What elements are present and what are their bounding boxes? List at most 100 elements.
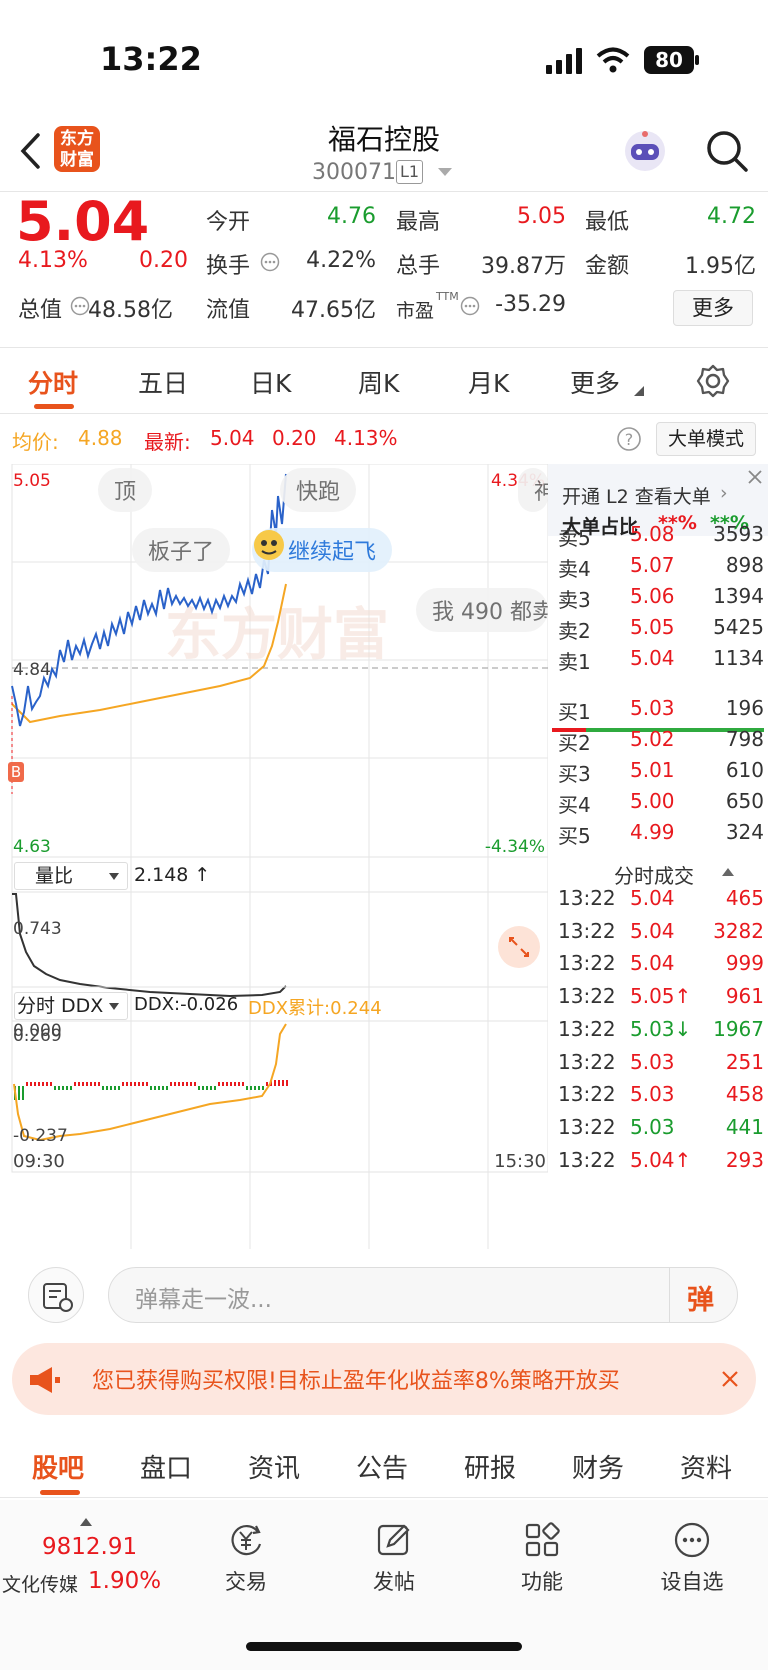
danmu-bubble[interactable]: 顶 — [98, 468, 153, 512]
danmu-input[interactable]: 弹幕走一波... 弹 — [108, 1267, 738, 1323]
tab-research[interactable]: 研报 — [464, 1448, 516, 1485]
level-price: 5.04 — [630, 646, 675, 670]
level-label: 买5 — [558, 824, 591, 848]
trade-time: 13:22 — [558, 1082, 616, 1107]
l2-title[interactable]: 开通 L2 查看大单 — [562, 482, 711, 509]
ddx-bar — [194, 1082, 196, 1086]
trade-row: 13:22 5.03 251 — [548, 1050, 768, 1082]
danmu-settings-button[interactable] — [28, 1267, 84, 1323]
pe-label: 市盈 — [396, 300, 435, 322]
close-icon[interactable] — [746, 468, 764, 486]
select-triangle-icon — [109, 873, 119, 880]
collapse-triangle-icon[interactable] — [722, 868, 734, 876]
ddx-bar — [70, 1086, 72, 1090]
svg-text:?: ? — [625, 430, 634, 449]
dropdown-triangle-icon[interactable] — [438, 168, 452, 178]
tab-news[interactable]: 资讯 — [248, 1448, 300, 1485]
trade-row: 13:22 5.04 999 — [548, 951, 768, 983]
level-price: 5.06 — [630, 584, 675, 608]
danmu-bubble[interactable]: 快跑 — [280, 468, 357, 512]
vr-y-top: 0.743 — [13, 919, 62, 939]
help-icon[interactable]: ? — [616, 426, 642, 452]
ddx-bar — [86, 1082, 88, 1086]
tab-weekly-k[interactable]: 周K — [358, 364, 399, 400]
ddx-cum-value: DDX累计:0.244 — [248, 998, 382, 1019]
trade-price: 5.03↓ — [630, 1016, 692, 1041]
trade-volume: 465 — [725, 886, 764, 910]
ddx-bar — [54, 1086, 56, 1090]
tab-pankou[interactable]: 盘口 — [140, 1448, 192, 1485]
tab-intraday[interactable]: 分时 — [28, 364, 78, 400]
ddx-bar — [166, 1086, 168, 1090]
big-order-mode-button[interactable]: 大单模式 — [656, 422, 756, 456]
ddx-bar — [130, 1082, 132, 1086]
danmu-send-button[interactable]: 弹 — [687, 1278, 714, 1317]
ddx-bar — [274, 1080, 276, 1086]
danmu-bubble[interactable]: 板子了 — [132, 528, 231, 572]
tab-finance[interactable]: 财务 — [572, 1448, 624, 1485]
settings-gear-icon[interactable] — [696, 364, 730, 398]
ddx-bar — [266, 1082, 268, 1086]
search-icon[interactable] — [704, 128, 750, 174]
trade-volume: 458 — [725, 1082, 764, 1107]
index-value[interactable]: 9812.91 — [42, 1534, 137, 1560]
megaphone-icon — [30, 1367, 60, 1393]
index-pct[interactable]: 1.90% — [88, 1568, 161, 1594]
tab-monthly-k[interactable]: 月K — [468, 364, 509, 400]
level-label: 卖2 — [558, 619, 591, 643]
index-name[interactable]: 文化传媒 — [2, 1570, 78, 1597]
ddx-bar — [246, 1086, 248, 1090]
trade-time: 13:22 — [558, 918, 616, 943]
turnover-value: 4.22% — [306, 248, 376, 273]
nav-add-watchlist[interactable]: 设自选 — [632, 1520, 752, 1596]
level-volume: 196 — [725, 696, 764, 720]
signal-icon — [546, 48, 582, 74]
trade-time: 13:22 — [558, 886, 616, 910]
ddx-bar — [190, 1082, 192, 1086]
ddx-bar — [206, 1086, 208, 1090]
tab-announcements[interactable]: 公告 — [356, 1448, 408, 1485]
trade-row: 13:22 5.05↑ 961 — [548, 984, 768, 1016]
info-dots-icon[interactable] — [460, 296, 480, 316]
x-start-label: 09:30 — [13, 1151, 65, 1172]
nav-functions[interactable]: 功能 — [482, 1520, 602, 1596]
robot-assistant-icon[interactable] — [620, 126, 670, 176]
tab-5day[interactable]: 五日 — [138, 364, 188, 400]
high-value: 5.05 — [517, 204, 566, 229]
level-price: 5.02 — [630, 727, 675, 751]
level-label: 买2 — [558, 731, 591, 755]
nav-post[interactable]: 发帖 — [334, 1520, 454, 1596]
level-badge[interactable]: L1 — [396, 160, 424, 184]
tab-guba[interactable]: 股吧 — [32, 1448, 84, 1485]
expand-button[interactable] — [498, 926, 540, 968]
ddx-label: 分时 DDX — [17, 995, 104, 1017]
more-button[interactable]: 更多 — [673, 290, 753, 326]
danmu-bubble[interactable]: 神 — [518, 468, 548, 512]
latest-pct: 4.13% — [334, 426, 398, 450]
nav-trade[interactable]: 交易 — [186, 1520, 306, 1596]
low-value: 4.72 — [707, 204, 756, 229]
b-marker[interactable]: B — [8, 762, 24, 782]
stock-code: 300071 — [312, 160, 396, 185]
danmu-bubble[interactable]: 我 490 都卖 — [416, 588, 548, 632]
open-value: 4.76 — [327, 204, 376, 229]
mktcap-label: 总值 — [18, 298, 63, 323]
amount-label: 金额 — [585, 254, 630, 279]
ddx-bar — [254, 1086, 256, 1090]
info-dots-icon[interactable] — [260, 252, 280, 272]
tab-more[interactable]: 更多 — [570, 364, 620, 400]
tab-daily-k[interactable]: 日K — [250, 364, 291, 400]
ddx-bar — [214, 1086, 216, 1090]
close-icon[interactable] — [720, 1369, 740, 1389]
ddx-bar — [126, 1082, 128, 1086]
info-dots-icon[interactable] — [70, 296, 90, 316]
trade-price: 5.03 — [630, 1049, 675, 1074]
promo-notice[interactable]: 您已获得购买权限!目标止盈年化收益率8%策略开放买 — [12, 1343, 756, 1415]
divider — [669, 1268, 670, 1322]
trade-icon — [231, 1525, 262, 1556]
tab-profile[interactable]: 资料 — [680, 1448, 732, 1485]
level-label: 买4 — [558, 793, 591, 817]
trades-title[interactable]: 分时成交 — [614, 860, 694, 889]
trade-time: 13:22 — [558, 951, 616, 976]
ddx-bar — [258, 1086, 260, 1090]
